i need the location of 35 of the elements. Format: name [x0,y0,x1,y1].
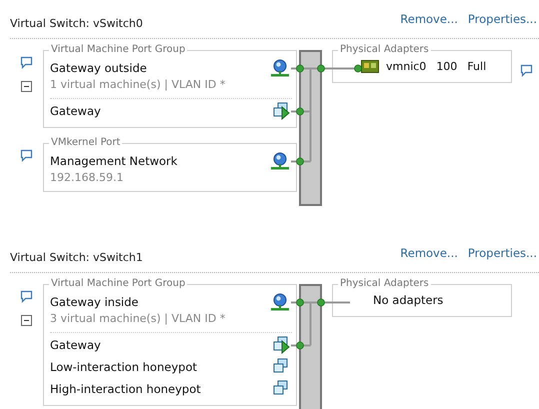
vm-name[interactable]: Low-interaction honeypot [50,360,197,374]
ip-address: 192.168.59.1 [50,170,124,186]
comment-icon [20,290,33,303]
network-icon [270,58,290,76]
port-group-name: Gateway outside [50,60,147,74]
comment-icon [20,149,33,162]
collapse-icon[interactable] [21,315,32,326]
adapter-name: vmnic0 [386,60,426,72]
adapters-label: Physical Adapters [338,44,431,56]
wiring-drawing [291,298,350,350]
group-label: Virtual Machine Port Group [49,44,188,56]
empty-message: No adapters [372,293,444,307]
network-icon [270,152,290,170]
port-group-summary: 3 virtual machine(s) | VLAN ID * [50,311,226,327]
action-link[interactable]: Properties... [468,246,537,260]
switch-title: Virtual Switch: vSwitch1 [10,250,143,264]
group-label: Virtual Machine Port Group [49,278,188,290]
port-group-name: Management Network [50,154,178,168]
port-group-summary: 1 virtual machine(s) | VLAN ID * [50,77,226,93]
action-link[interactable]: Remove... [400,12,458,26]
vm-name[interactable]: Gateway [50,104,101,118]
comment-icon [20,56,33,69]
switch-title: Virtual Switch: vSwitch0 [10,16,143,30]
adapter-duplex: Full [467,60,486,72]
port-group-name: Gateway inside [50,294,139,308]
adapters-label: Physical Adapters [338,278,431,290]
adapter-speed: 100 [436,60,458,72]
network-icon [270,292,290,310]
network-card-icon [361,60,379,72]
vm-name[interactable]: Gateway [50,338,101,352]
collapse-icon[interactable] [21,81,32,92]
vm-name[interactable]: High-interaction honeypot [50,382,201,396]
action-link[interactable]: Properties... [468,12,537,26]
action-link[interactable]: Remove... [400,246,458,260]
comment-icon [520,64,533,77]
